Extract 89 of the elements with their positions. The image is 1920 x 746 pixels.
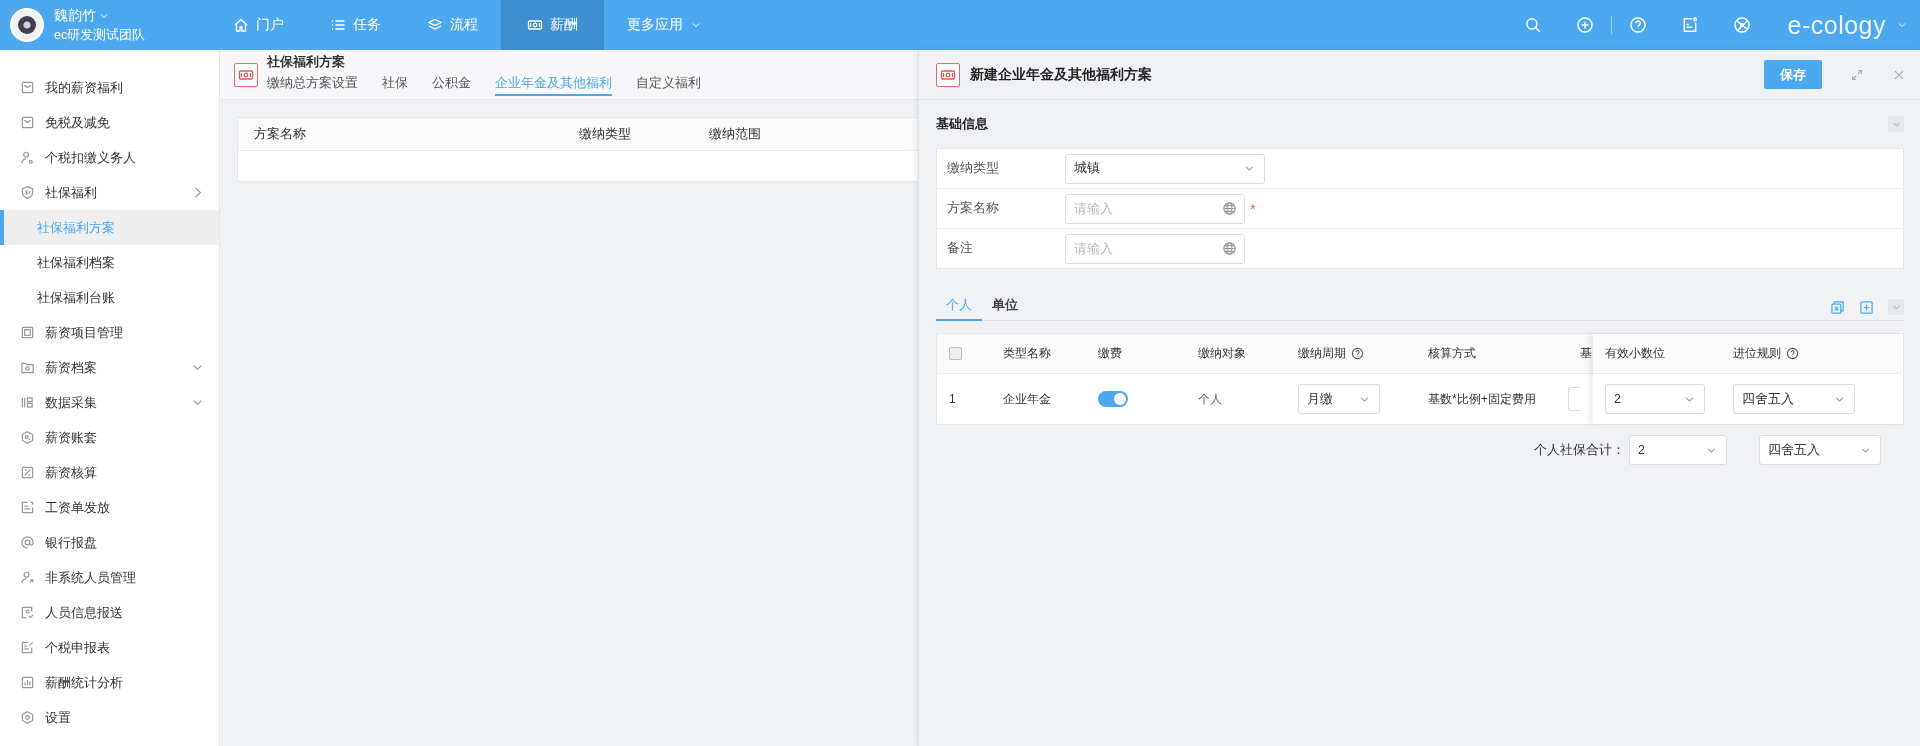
folder-icon: [20, 325, 35, 340]
sidebar-item[interactable]: 工资单发放: [0, 490, 219, 525]
add-icon[interactable]: [1575, 16, 1594, 34]
column-header: 缴纳周期: [1298, 345, 1346, 362]
toggle-switch[interactable]: [1098, 391, 1128, 407]
sidebar-item[interactable]: 个税扣缴义务人: [0, 140, 219, 175]
field-label: 个人社保合计：: [1534, 441, 1625, 459]
report-icon: [20, 605, 35, 620]
dropdown[interactable]: 2: [1629, 435, 1727, 465]
sidebar-item[interactable]: 非系统人员管理: [0, 560, 219, 595]
field-label: 方案名称: [946, 200, 1000, 217]
sidebar-item[interactable]: 薪酬统计分析: [0, 665, 219, 700]
table-cell: 个人: [1198, 390, 1222, 408]
sidebar-item[interactable]: 薪资核算: [0, 455, 219, 490]
list-icon[interactable]: [330, 17, 346, 33]
team-name: ec研发测试团队: [54, 26, 146, 44]
required-mark: *: [1250, 200, 1256, 217]
sidebar-item[interactable]: 银行报盘: [0, 525, 219, 560]
person-icon: [20, 570, 35, 585]
sidebar-item[interactable]: 免税及减免: [0, 105, 219, 140]
tab[interactable]: 缴纳总方案设置: [267, 74, 358, 96]
page-title: 社保福利方案: [267, 53, 346, 71]
calculator-icon: [20, 465, 35, 480]
home-icon[interactable]: [233, 17, 249, 33]
tab[interactable]: 社保: [382, 74, 408, 96]
input-field[interactable]: 请输入: [1065, 193, 1245, 224]
sidebar-item[interactable]: 社保福利: [0, 175, 219, 210]
column-header: 缴费: [1098, 345, 1122, 362]
row-number: 1: [949, 392, 956, 406]
column-header: 缴纳对象: [1198, 345, 1246, 362]
sidebar-item[interactable]: 薪资账套: [0, 420, 219, 455]
sidebar-item[interactable]: 社保福利档案: [0, 245, 219, 280]
column-header: 方案名称: [254, 125, 307, 143]
mail-icon: [20, 80, 35, 95]
column-header: 缴纳类型: [579, 125, 632, 143]
dropdown[interactable]: 四舍五入: [1733, 384, 1855, 414]
folder-icon: [20, 360, 35, 375]
dropdown[interactable]: 2: [1605, 384, 1705, 414]
column-header: 核算方式: [1428, 345, 1476, 362]
data-icon: [20, 395, 35, 410]
help-icon[interactable]: [1786, 347, 1799, 360]
settings-icon: [20, 710, 35, 725]
dropdown[interactable]: 四舍五入: [1759, 435, 1881, 465]
expand-icon[interactable]: [1850, 67, 1864, 82]
table-cell: 基数*比例+固定费用: [1428, 390, 1536, 408]
tab[interactable]: 公积金: [432, 74, 471, 96]
chart-icon: [20, 675, 35, 690]
column-header: 类型名称: [1003, 345, 1051, 362]
tab[interactable]: 自定义福利: [636, 74, 701, 96]
sidebar-item[interactable]: 数据采集: [0, 385, 219, 420]
table-cell: 企业年金: [1003, 390, 1051, 408]
avatar[interactable]: [10, 8, 44, 42]
help-icon[interactable]: [1351, 347, 1364, 360]
sidebar-item[interactable]: 薪资档案: [0, 350, 219, 385]
tab[interactable]: 单位: [982, 297, 1028, 321]
copy-icon[interactable]: [1830, 299, 1845, 315]
panel-title: 新建企业年金及其他福利方案: [970, 65, 1152, 84]
banknote-icon: [234, 62, 258, 87]
sidebar-item[interactable]: 设置: [0, 700, 219, 735]
sidebar-item[interactable]: 人员信息报送: [0, 595, 219, 630]
banknote-icon[interactable]: [527, 17, 543, 33]
banknote-icon: [936, 62, 960, 87]
field-label: 缴纳类型: [946, 160, 1000, 177]
add-square-icon[interactable]: [1859, 299, 1874, 315]
sidebar-item[interactable]: 我的薪资福利: [0, 70, 219, 105]
field-label: 备注: [946, 240, 974, 257]
hexagon-icon: [20, 430, 35, 445]
sidebar-item[interactable]: 社保福利台账: [0, 280, 219, 315]
collapse-button[interactable]: [1888, 299, 1904, 315]
column-header: 缴纳范围: [709, 125, 762, 143]
input-field[interactable]: [1568, 387, 1580, 411]
sidebar-item[interactable]: 薪资项目管理: [0, 315, 219, 350]
column-header: 基: [1580, 345, 1592, 362]
shield-icon: [20, 185, 35, 200]
checkbox[interactable]: [949, 347, 962, 360]
dropdown[interactable]: 月缴: [1298, 384, 1380, 414]
person-icon: [20, 150, 35, 165]
sidebar-item[interactable]: 个税申报表: [0, 630, 219, 665]
form-icon: [20, 640, 35, 655]
at-icon: [20, 535, 35, 550]
mail-icon: [20, 115, 35, 130]
column-header: 进位规则: [1733, 345, 1781, 362]
section-title: 基础信息: [936, 115, 988, 133]
collapse-button[interactable]: [1888, 116, 1904, 132]
dropdown[interactable]: 城镇: [1065, 153, 1265, 184]
search-icon[interactable]: [1523, 16, 1542, 34]
column-header: 有效小数位: [1605, 345, 1665, 362]
input-field[interactable]: 请输入: [1065, 233, 1245, 264]
send-icon: [20, 500, 35, 515]
